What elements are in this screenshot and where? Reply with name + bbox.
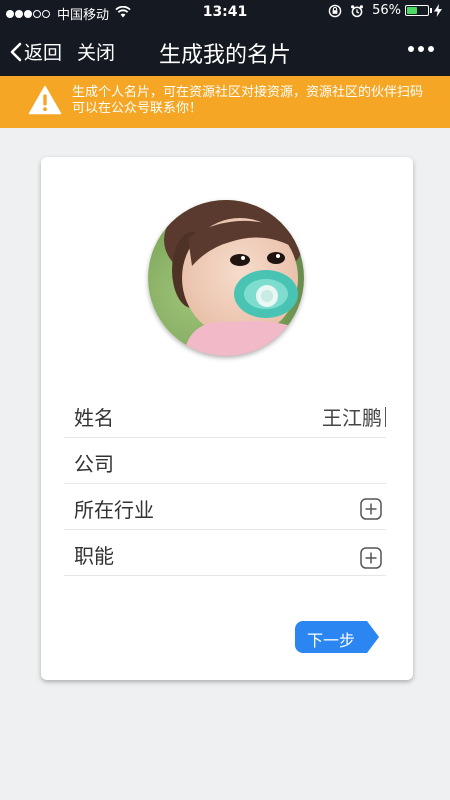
charging-bolt-icon — [434, 4, 442, 17]
industry-label: 所在行业 — [74, 498, 154, 522]
battery-percentage: 56% — [372, 3, 401, 18]
alarm-clock-icon — [350, 4, 364, 18]
page-title: 生成我的名片 — [158, 43, 291, 68]
more-dot — [418, 46, 424, 52]
more-dot — [408, 46, 414, 52]
more-dot — [428, 46, 434, 52]
company-label: 公司 — [74, 452, 114, 476]
industry-row[interactable]: 所在行业 — [64, 484, 386, 530]
name-row[interactable]: 姓名 王江鹏 — [64, 392, 386, 438]
name-input[interactable]: 王江鹏 — [322, 402, 386, 431]
next-step-button[interactable]: 下一步 — [295, 621, 379, 653]
notice-text: 生成个人名片，可在资源社区对接资源，资源社区的伙伴扫码可以在公众号联系你！ — [72, 85, 424, 116]
navigation-bar: 返回 关闭 生成我的名片 — [0, 24, 450, 76]
name-label: 姓名 — [74, 406, 114, 430]
battery-icon — [405, 5, 429, 16]
status-bar-right: 56% — [320, 3, 442, 18]
warning-icon — [28, 85, 62, 119]
battery-tip — [430, 8, 432, 13]
text-cursor — [385, 406, 386, 427]
status-bar: 中国移动 13:41 56% — [0, 0, 450, 24]
company-row[interactable]: 公司 — [64, 438, 386, 484]
notice-banner: 生成个人名片，可在资源社区对接资源，资源社区的伙伴扫码可以在公众号联系你！ — [0, 76, 450, 128]
position-label: 职能 — [74, 544, 114, 568]
add-position-plus-icon[interactable] — [360, 547, 382, 573]
more-options-icon[interactable] — [404, 46, 434, 52]
business-card-form: 姓名 王江鹏 公司 所在行业 职能 下一步 — [41, 157, 413, 680]
position-row[interactable]: 职能 — [64, 530, 386, 576]
add-industry-plus-icon[interactable] — [360, 498, 382, 524]
avatar[interactable] — [148, 200, 304, 356]
name-value: 王江鹏 — [322, 406, 382, 430]
next-step-label: 下一步 — [306, 631, 355, 650]
battery-level-fill — [407, 7, 418, 14]
rotation-lock-icon — [328, 4, 342, 18]
avatar-photo — [148, 200, 304, 356]
